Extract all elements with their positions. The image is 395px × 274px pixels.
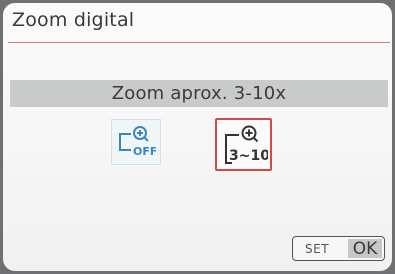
camera-menu-screen: Zoom digital Zoom aprox. 3-10x OFF 3~10 … xyxy=(3,3,392,271)
set-label: SET xyxy=(305,241,330,256)
menu-title: Zoom digital xyxy=(12,9,135,31)
selection-label: Zoom aprox. 3-10x xyxy=(111,83,287,104)
zoom-3-10-icon: 3~10 xyxy=(224,125,268,164)
ok-label: OK xyxy=(348,239,382,259)
zoom-off-text: OFF xyxy=(133,145,156,158)
selection-label-bar: Zoom aprox. 3-10x xyxy=(10,80,388,107)
zoom-3-10-text: 3~10 xyxy=(229,148,268,164)
title-divider xyxy=(8,42,390,43)
zoom-3-10-option[interactable]: 3~10 xyxy=(215,118,272,171)
zoom-off-option[interactable]: OFF xyxy=(111,119,161,165)
zoom-off-icon: OFF xyxy=(119,126,156,158)
set-ok-button[interactable]: SET OK xyxy=(292,236,385,261)
